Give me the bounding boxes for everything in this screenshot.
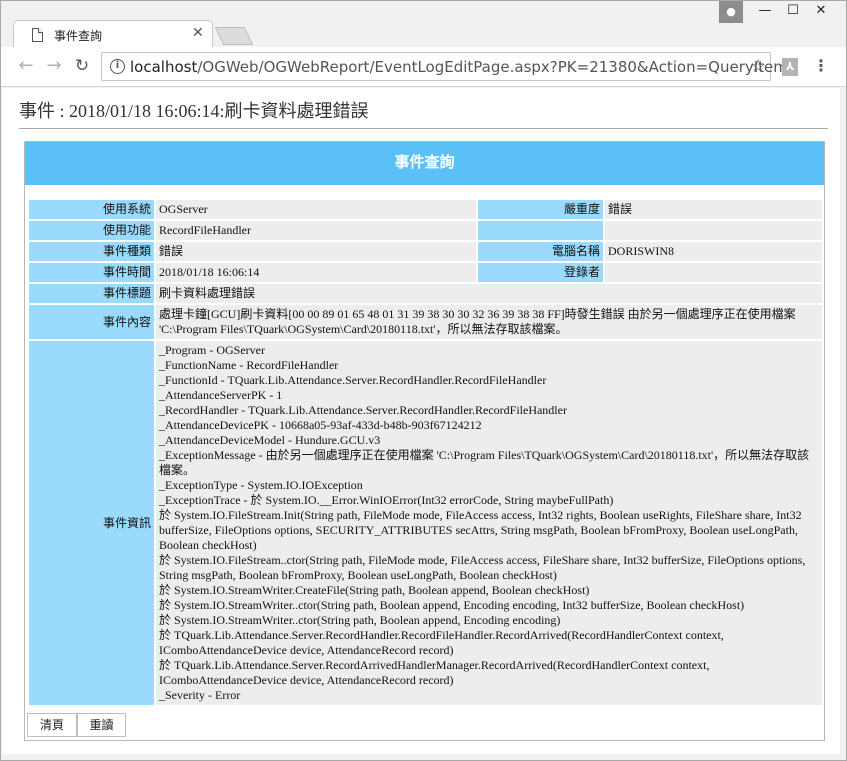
system-label: 使用系統 — [29, 200, 154, 219]
url-text[interactable]: localhost/OGWeb/OGWebReport/EventLogEdit… — [130, 58, 788, 76]
event-query-panel: 事件查詢 使用系統 OGServer 嚴重度 錯誤 使用功能 RecordFil… — [24, 141, 825, 741]
user-profile-icon[interactable]: ● — [719, 1, 743, 23]
time-value: 2018/01/18 16:06:14 — [156, 263, 476, 282]
table-row: 事件時間 2018/01/18 16:06:14 登錄者 — [29, 263, 822, 282]
table-row: 使用系統 OGServer 嚴重度 錯誤 — [29, 200, 822, 219]
browser-window: 事件查詢 ✕ ● — ☐ ✕ ← → ↻ i localhost/OGWeb/O… — [0, 0, 847, 761]
page-content: 事件 : 2018/01/18 16:06:14:刷卡資料處理錯誤 事件查詢 使… — [2, 88, 840, 754]
function-label: 使用功能 — [29, 221, 154, 240]
content-label: 事件內容 — [29, 305, 154, 339]
info-icon[interactable]: i — [110, 59, 125, 74]
login-value — [605, 263, 822, 282]
event-detail-table: 使用系統 OGServer 嚴重度 錯誤 使用功能 RecordFileHand… — [27, 198, 824, 707]
empty-label — [478, 221, 603, 240]
url-path: /OGWeb/OGWebReport/EventLogEditPage.aspx… — [197, 58, 788, 76]
new-tab-button[interactable] — [214, 27, 254, 45]
table-row: 事件內容 處理卡鐘[GCU]刷卡資料[00 00 89 01 65 48 01 … — [29, 305, 822, 339]
clear-page-button[interactable]: 清頁 — [27, 713, 77, 737]
table-row: 事件種類 錯誤 電腦名稱 DORISWIN8 — [29, 242, 822, 261]
type-value: 錯誤 — [156, 242, 476, 261]
subject-label: 事件標題 — [29, 284, 154, 303]
info-value: _Program - OGServer _FunctionName - Reco… — [156, 341, 822, 705]
login-label: 登錄者 — [478, 263, 603, 282]
page-title: 事件 : 2018/01/18 16:06:14:刷卡資料處理錯誤 — [19, 101, 369, 121]
page-icon — [32, 28, 43, 42]
content-value: 處理卡鐘[GCU]刷卡資料[00 00 89 01 65 48 01 31 39… — [156, 305, 822, 339]
table-row: 事件資訊 _Program - OGServer _FunctionName -… — [29, 341, 822, 705]
browser-tab[interactable]: 事件查詢 ✕ — [13, 20, 213, 48]
url-host: localhost — [130, 58, 198, 76]
close-window-button[interactable]: ✕ — [807, 1, 835, 23]
forward-arrow-icon[interactable]: → — [43, 55, 65, 77]
function-value: RecordFileHandler — [156, 221, 476, 240]
computer-value: DORISWIN8 — [605, 242, 822, 261]
browser-toolbar: ← → ↻ i localhost/OGWeb/OGWebReport/Even… — [1, 47, 846, 87]
close-tab-icon[interactable]: ✕ — [192, 25, 204, 41]
tab-title: 事件查詢 — [54, 29, 103, 43]
title-divider — [19, 128, 828, 129]
minimize-button[interactable]: — — [751, 1, 779, 23]
time-label: 事件時間 — [29, 263, 154, 282]
severity-label: 嚴重度 — [478, 200, 603, 219]
empty-value — [605, 221, 822, 240]
table-row: 使用功能 RecordFileHandler — [29, 221, 822, 240]
maximize-button[interactable]: ☐ — [779, 1, 807, 23]
severity-value: 錯誤 — [605, 200, 822, 219]
title-bar: 事件查詢 ✕ ● — ☐ ✕ — [1, 1, 846, 48]
type-label: 事件種類 — [29, 242, 154, 261]
subject-value: 刷卡資料處理錯誤 — [156, 284, 822, 303]
address-bar[interactable]: i localhost/OGWeb/OGWebReport/EventLogEd… — [101, 52, 788, 81]
computer-label: 電腦名稱 — [478, 242, 603, 261]
table-row: 事件標題 刷卡資料處理錯誤 — [29, 284, 822, 303]
reload-data-button[interactable]: 重讀 — [77, 713, 126, 737]
browser-menu-icon[interactable]: ⋮ — [813, 56, 829, 75]
reload-icon[interactable]: ↻ — [71, 55, 93, 77]
panel-heading: 事件查詢 — [25, 142, 824, 185]
pdf-extension-icon[interactable]: ⅄ — [782, 58, 798, 76]
system-value: OGServer — [156, 200, 476, 219]
info-label: 事件資訊 — [29, 341, 154, 705]
back-arrow-icon[interactable]: ← — [15, 55, 37, 77]
bookmark-star-icon[interactable]: ☆ — [750, 56, 766, 77]
